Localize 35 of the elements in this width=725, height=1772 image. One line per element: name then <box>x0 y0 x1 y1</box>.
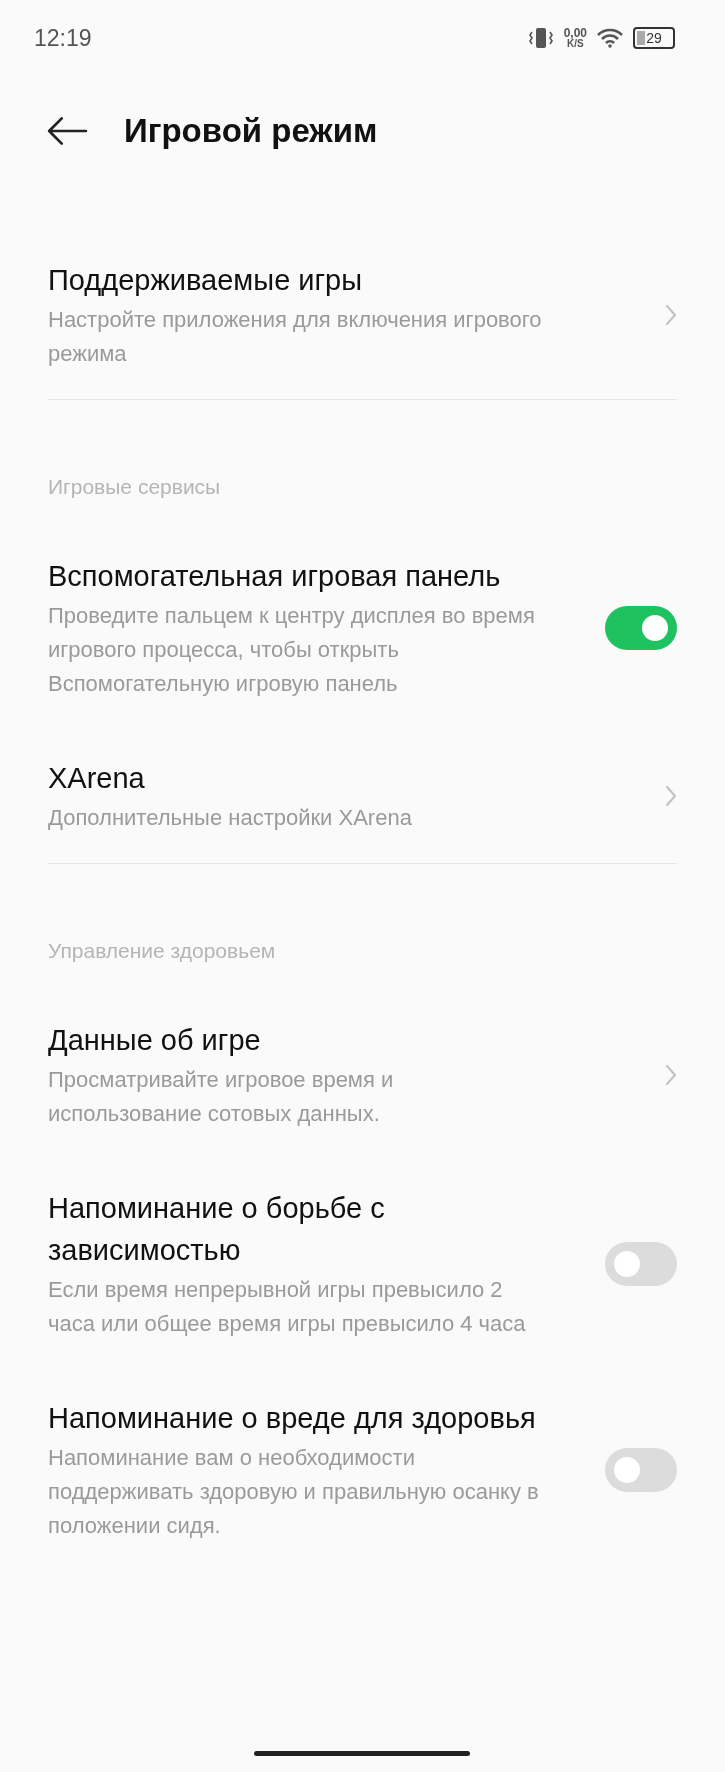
item-title: Поддерживаемые игры <box>48 263 364 298</box>
net-speed: 0,00 <box>563 27 587 39</box>
page-title: Игровой режим <box>124 112 378 150</box>
wifi-icon <box>597 28 623 48</box>
item-title: Вспомогательная игровая панель <box>48 559 502 594</box>
chevron-icon <box>665 1064 677 1086</box>
back-button[interactable] <box>46 116 88 146</box>
toggle-switch[interactable] <box>605 1242 677 1286</box>
chevron-icon <box>665 304 677 326</box>
settings-item[interactable]: XArena Дополнительные настройки XArena <box>0 729 725 863</box>
chevron-icon <box>665 785 677 807</box>
status-time: 12:19 <box>34 24 92 52</box>
item-subtitle: Дополнительные настройки XArena <box>48 804 413 832</box>
settings-item[interactable]: Поддерживаемые игры Настройте приложения для включения игрового режима <box>0 231 725 399</box>
item-subtitle: Если время непрерывной игры превысило 2 часа или общее время игры превысило 4 часа <box>48 1276 527 1338</box>
item-title: Напоминание о борьбе с зависимостью <box>48 1191 386 1268</box>
item-subtitle: Настройте приложения для включения игрового режима <box>48 306 543 368</box>
item-title: Данные об игре <box>48 1023 262 1058</box>
home-indicator[interactable] <box>254 1751 470 1756</box>
section-header: Управление здоровьем <box>48 938 277 964</box>
toggle-switch[interactable] <box>605 1448 677 1492</box>
item-title: XArena <box>48 761 146 796</box>
net-unit: K/S <box>567 39 584 49</box>
item-subtitle: Просматривайте игровое время и использование сотовых данных. <box>48 1066 395 1128</box>
settings-item[interactable]: Напоминание о борьбе с зависимостью Если время непрерывной игры превысило 2 часа или общее время игры превысило 4 часа <box>0 1159 725 1369</box>
toggle-switch[interactable] <box>605 606 677 650</box>
section-header: Игровые сервисы <box>48 474 222 500</box>
vibrate-icon <box>527 27 554 49</box>
settings-item[interactable]: Вспомогательная игровая панель Проведите пальцем к центру дисплея во время игрового процесса, чтобы открыть Вспомогательную игровую панель <box>0 527 725 729</box>
battery-level: 29 <box>646 30 662 46</box>
settings-item[interactable]: Напоминание о вреде для здоровья Напоминание вам о необходимости поддерживать здоровую и правильную осанку в положении сидя. <box>0 1369 725 1571</box>
item-title: Напоминание о вреде для здоровья <box>48 1401 537 1436</box>
settings-item[interactable]: Данные об игре Просматривайте игровое время и использование сотовых данных. <box>0 991 725 1159</box>
item-subtitle: Напоминание вам о необходимости поддерживать здоровую и правильную осанку в положении сидя. <box>48 1444 540 1540</box>
item-subtitle: Проведите пальцем к центру дисплея во время игрового процесса, чтобы открыть Вспомогательную игровую панель <box>48 602 536 698</box>
